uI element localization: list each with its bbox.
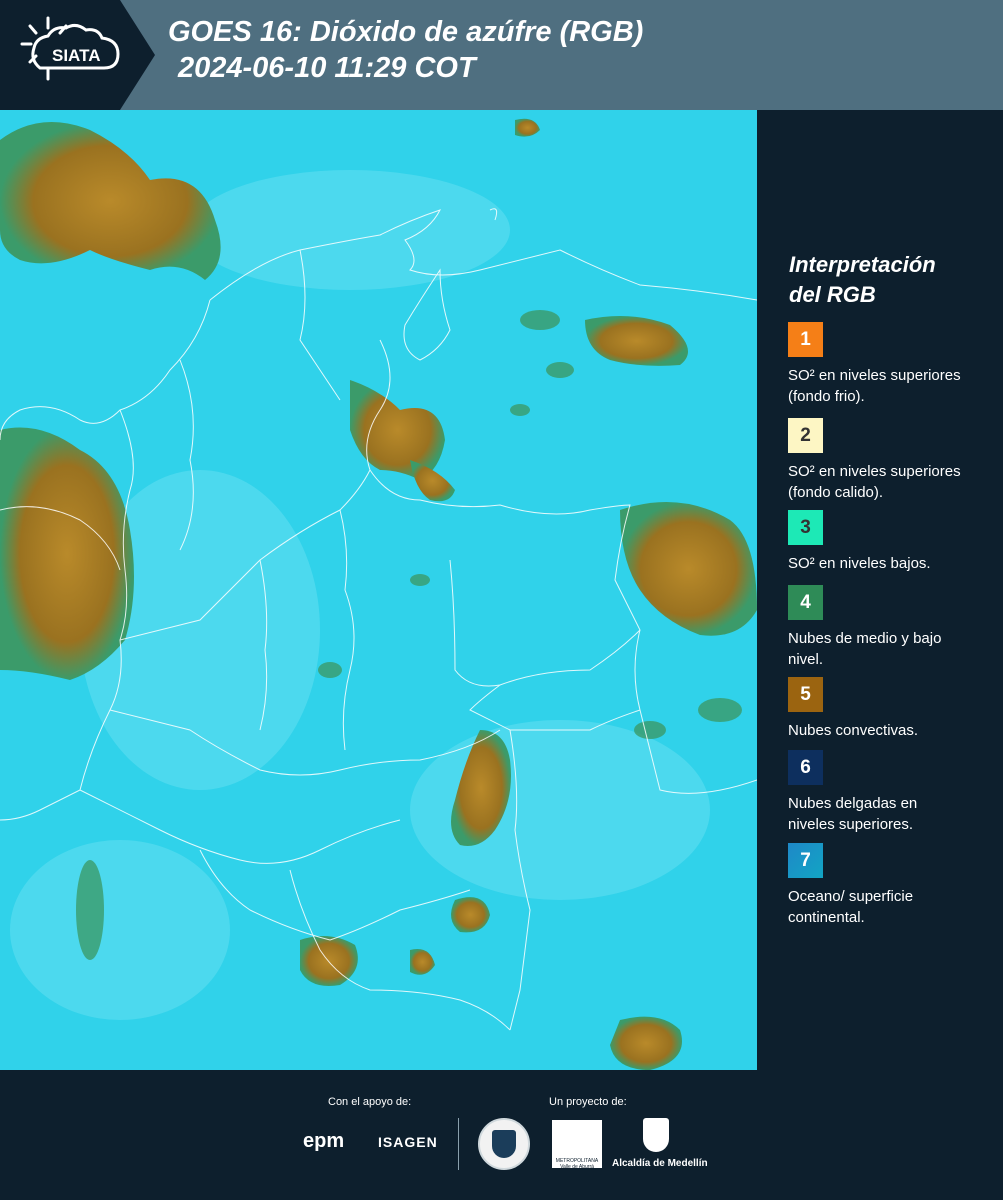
legend-panel: Interpretación del RGB 1 SO² en niveles … [757,110,1003,1070]
medellin-seal-icon[interactable] [478,1118,530,1170]
legend-label-6: Nubes delgadas en niveles superiores. [788,795,918,833]
legend-swatch-7: 7 [788,843,823,878]
title-line-1: GOES 16: Dióxido de azúfre (RGB) [168,16,644,48]
legend-label-7: Oceano/ superficie continental. [788,888,914,926]
legend-label-5: Nubes convectivas. [788,722,919,739]
isagen-logo[interactable]: ISAGEN [378,1134,438,1150]
legend-swatch-4: 4 [788,585,823,620]
legend-swatch-1: 1 [788,322,823,357]
area-metropolitana-caption: METROPOLITANA Valle de Aburrá [555,1158,599,1170]
legend-label-3: SO² en niveles bajos. [788,555,931,572]
legend-item-7: 7 Oceano/ superficie continental. [788,843,998,928]
epm-logo[interactable]: epm [303,1130,344,1153]
siata-logo[interactable]: SIATA [0,0,155,110]
siata-logo-text: SIATA [52,46,101,65]
legend-label-4: Nubes de medio y bajo nivel. [788,630,942,668]
support-label: Con el apoyo de: [328,1096,412,1108]
legend-label-1: SO² en niveles superiores (fondo frio). [788,367,961,405]
title-line-2: 2024-06-10 11:29 COT [178,52,476,84]
footer-divider [458,1118,459,1170]
project-label: Un proyecto de: [549,1096,627,1108]
legend-item-4: 4 Nubes de medio y bajo nivel. [788,585,998,670]
header-bar: SIATA GOES 16: Dióxido de azúfre (RGB) 2… [0,0,1003,110]
footer-bar: Con el apoyo de: Un proyecto de: epm ISA… [0,1070,1003,1200]
map-layers [0,110,757,1070]
alcaldia-label: Alcaldía de Medellín [612,1158,708,1169]
legend-item-1: 1 SO² en niveles superiores (fondo frio)… [788,322,998,407]
legend-item-2: 2 SO² en niveles superiores (fondo calid… [788,418,998,503]
legend-swatch-5: 5 [788,677,823,712]
page-title: GOES 16: Dióxido de azúfre (RGB) 2024-06… [168,14,643,86]
alcaldia-shield-icon[interactable] [643,1118,669,1152]
legend-item-5: 5 Nubes convectivas. [788,677,998,741]
legend-swatch-2: 2 [788,418,823,453]
legend-swatch-6: 6 [788,750,823,785]
legend-item-6: 6 Nubes delgadas en niveles superiores. [788,750,998,835]
legend-label-2: SO² en niveles superiores (fondo calido)… [788,463,961,501]
legend-item-3: 3 SO² en niveles bajos. [788,510,998,574]
legend-title-line-2: del RGB [789,282,876,307]
seal-emblem [492,1130,516,1158]
legend-title-line-1: Interpretación [789,252,936,277]
legend-swatch-3: 3 [788,510,823,545]
legend-title: Interpretación del RGB [789,250,989,310]
satellite-map[interactable] [0,110,757,1070]
